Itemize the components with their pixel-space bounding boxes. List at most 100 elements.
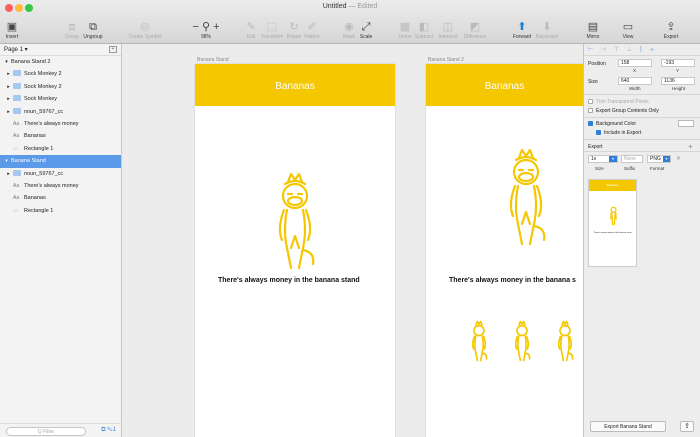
layer-row[interactable]: ▸ noun_59767_cc [0,106,121,118]
backward-button[interactable]: ⬇ Backward [535,20,559,42]
rectangle-layer-icon: ▭ [13,207,18,214]
divider [584,117,700,118]
artboard-banana-stand[interactable]: Bananas There's always money in the bana… [195,64,395,437]
layer-label: Sock Monkey 2 [24,71,62,78]
edit-button[interactable]: ✎ Edit [244,20,258,42]
edit-icon: ✎ [246,21,256,33]
share-icon: ⇪ [684,423,690,430]
layer-label: Bananas [24,195,46,202]
group-button[interactable]: ⧈ Group [64,20,80,42]
preview-header: Bananas [589,180,636,191]
position-y-field[interactable]: -193 [661,59,695,67]
export-banana-stand-button[interactable]: Export Banana Stand [590,421,666,432]
rotate-button[interactable]: ↻ Rotate [285,20,303,42]
preview-tagline: There's always money in the banana stand [593,232,632,234]
difference-icon: ◩ [469,21,481,33]
disclosure-triangle-icon[interactable]: ▸ [4,81,13,93]
remove-export-icon[interactable]: ✕ [676,155,681,162]
export-suffix-caption: Suffix [624,166,636,171]
trim-transparent-checkbox[interactable]: Trim Transparent Pixels [588,99,649,105]
intersect-button[interactable]: ◫ Intersect [436,20,460,42]
view-icon: ▭ [622,21,634,33]
layer-row[interactable]: ▭ Rectangle 1 [0,205,121,217]
artboard-label-banana-stand[interactable]: Banana Stand [197,57,229,63]
layer-row[interactable]: Aa There's always money [0,180,121,192]
create-symbol-button[interactable]: ◎ Create Symbol [126,20,164,42]
window-title: Untitled — Edited [322,3,378,10]
view-button[interactable]: ▭ View [620,20,636,42]
disclosure-triangle-icon[interactable]: ▾ [2,155,11,167]
align-toolbar[interactable]: ⊢ ⊣ ⊤ ⊥ ⫿ ⟛ [584,44,700,56]
layer-filter-input[interactable]: Q Filter [6,427,86,436]
disclosure-triangle-icon[interactable]: ▾ [2,56,11,68]
mirror-icon: ▤ [587,21,599,33]
share-button[interactable]: ⇪ [680,421,694,432]
layer-label: Banana Stand [11,158,46,165]
text-layer-icon: Aa [13,133,20,140]
layer-row[interactable]: Aa Bananas [0,192,121,204]
layer-row[interactable]: Aa There's always money [0,118,121,130]
scale-button[interactable]: ⤢ Scale [358,20,374,42]
export-format-caption: Format [650,166,665,171]
layer-label: There's always money [24,182,79,189]
subtract-icon: ◧ [418,21,430,33]
background-color-swatch[interactable] [678,120,694,127]
forward-icon: ⬆ [517,21,527,33]
tagline-text: There's always money in the banana stand [218,277,360,284]
width-field[interactable]: 640 [618,77,652,85]
export-group-checkbox[interactable]: Export Group Contents Only [588,108,659,114]
folder-icon [13,169,21,176]
export-suffix-field[interactable]: None [621,155,643,163]
disclosure-triangle-icon[interactable]: ▸ [4,106,13,118]
ungroup-icon: ⧉ [89,21,97,33]
backward-icon: ⬇ [542,21,552,33]
forward-button[interactable]: ⬆ Forward [510,20,534,42]
layer-row[interactable]: ▸ Sock Monkey 2 [0,68,121,80]
layer-row[interactable]: ▸ noun_59767_cc [0,168,121,180]
layer-row[interactable]: ▸ Sock Monkey 2 [0,81,121,93]
page-selector[interactable]: Page 1 ▾ + [0,44,121,56]
zoom-icon: − ⚲ + [192,21,220,33]
subtract-button[interactable]: ◧ Subtract [413,20,435,42]
mirror-button[interactable]: ▤ Mirror [585,20,601,42]
add-export-button[interactable]: + [688,142,693,151]
height-field[interactable]: 1136 [661,77,695,85]
disclosure-triangle-icon[interactable]: ▸ [4,168,13,180]
sock-monkey-icon [509,148,546,246]
position-label: Position [588,61,606,67]
insert-button[interactable]: ▣ Insert [4,20,20,42]
flatten-button[interactable]: ✐ Flatten [303,20,321,42]
folder-icon [13,70,21,77]
export-format-select[interactable]: PNG ▾ [647,155,671,163]
position-x-field[interactable]: 158 [618,59,652,67]
background-color-checkbox[interactable]: Background Color [588,121,636,127]
canvas[interactable]: Banana Stand Bananas There's always mone… [122,44,583,437]
artboard-banana-stand-2[interactable]: Bananas There's always money in the bana… [426,64,583,437]
layer-list: ▾ Banana Stand 2 ▸ Sock Monkey 2 ▸ Sock Monke… [0,56,121,217]
layer-row[interactable]: ▭ Rectangle 1 [0,143,121,155]
filter-bar: Q Filter ⧉ ✎1 [0,423,122,437]
export-size-select[interactable]: 1x ▾ [588,155,618,163]
transform-button[interactable]: ⬚ Transform [260,20,284,42]
disclosure-triangle-icon[interactable]: ▸ [4,93,13,105]
layer-row[interactable]: Aa Bananas [0,130,121,142]
layer-row[interactable]: ▾ Banana Stand [0,155,121,168]
layer-row[interactable]: ▸ Sock Monkey [0,93,121,105]
export-preview: Bananas There's always money in the bana… [588,179,637,267]
layer-label: Sock Monkey 2 [24,83,62,90]
mask-button[interactable]: ◉ Mask [342,20,356,42]
export-toolbar-button[interactable]: ⇪ Export [660,20,682,42]
chevron-down-icon: ▾ [609,156,617,162]
layer-row[interactable]: ▾ Banana Stand 2 [0,56,121,68]
union-button[interactable]: ▩ Union [398,20,412,42]
add-page-button[interactable]: + [109,46,117,53]
artboard-label-banana-stand-2[interactable]: Banana Stand 2 [428,57,464,63]
difference-button[interactable]: ◩ Difference [461,20,489,42]
scale-icon: ⤢ [361,21,371,33]
include-in-export-checkbox[interactable]: Include in Export [596,130,641,136]
ungroup-button[interactable]: ⧉ Ungroup [82,20,104,42]
sock-monkey-icon [278,172,315,270]
disclosure-triangle-icon[interactable]: ▸ [4,68,13,80]
zoom-control[interactable]: − ⚲ +98% [188,20,224,42]
filter-options-icon[interactable]: ⧉ ✎1 [101,427,116,434]
